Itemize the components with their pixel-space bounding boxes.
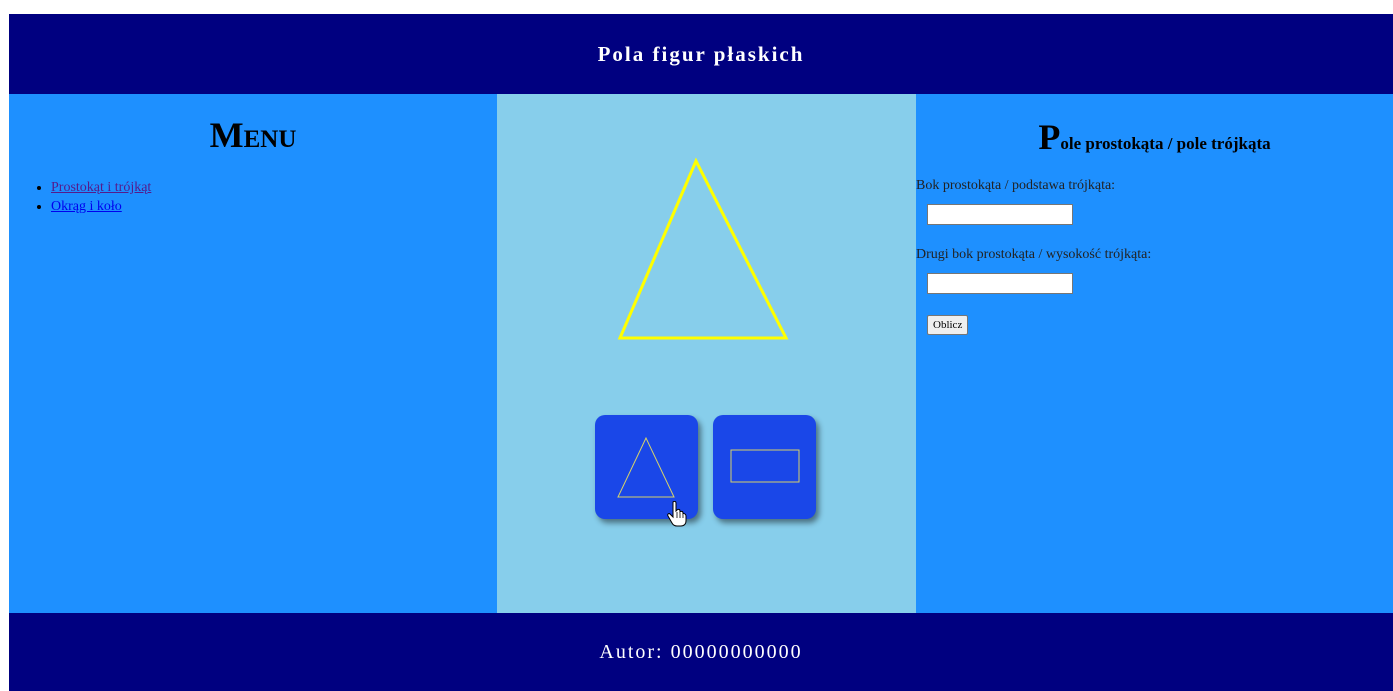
menu-item: Okrąg i koło xyxy=(51,197,497,216)
triangle-shape xyxy=(617,157,789,340)
form-panel: Pole prostokąta / pole trójkąta Bok pros… xyxy=(916,94,1393,613)
field1-label: Bok prostokąta / podstawa trójkąta: xyxy=(916,178,1116,193)
side-a-input[interactable] xyxy=(927,204,1073,225)
page-header: Pola figur płaskich xyxy=(9,14,1393,94)
field2-label: Drugi bok prostokąta / wysokość trójkąta… xyxy=(916,247,1152,262)
menu-title: Menu xyxy=(209,115,297,155)
page-footer: Autor: 00000000000 xyxy=(9,613,1393,691)
form-title: Pole prostokąta / pole trójkąta xyxy=(916,116,1393,158)
rectangle-icon xyxy=(730,449,800,483)
page: Pola figur płaskich Menu Prostokąt i tró… xyxy=(9,14,1393,691)
calculate-button[interactable]: Oblicz xyxy=(927,315,969,335)
menu-item: Prostokąt i trójkąt xyxy=(51,178,497,197)
rectangle-button[interactable] xyxy=(713,415,816,519)
hand-cursor-icon xyxy=(667,501,687,527)
author-text: Autor: 00000000000 xyxy=(599,640,803,663)
menu-link-circle[interactable]: Okrąg i koło xyxy=(51,199,122,214)
page-title: Pola figur płaskich xyxy=(597,41,805,66)
form-title-rest: ole prostokąta / pole trójkąta xyxy=(1060,134,1271,153)
drawing-panel xyxy=(497,94,916,613)
form-title-initial: P xyxy=(1038,117,1061,157)
menu-list: Prostokąt i trójkąt Okrąg i koło xyxy=(9,178,497,216)
menu-panel: Menu Prostokąt i trójkąt Okrąg i koło xyxy=(9,94,497,613)
menu-link-rectangle-triangle[interactable]: Prostokąt i trójkąt xyxy=(51,180,151,195)
side-b-input[interactable] xyxy=(927,273,1073,294)
drawing-canvas xyxy=(617,157,789,340)
